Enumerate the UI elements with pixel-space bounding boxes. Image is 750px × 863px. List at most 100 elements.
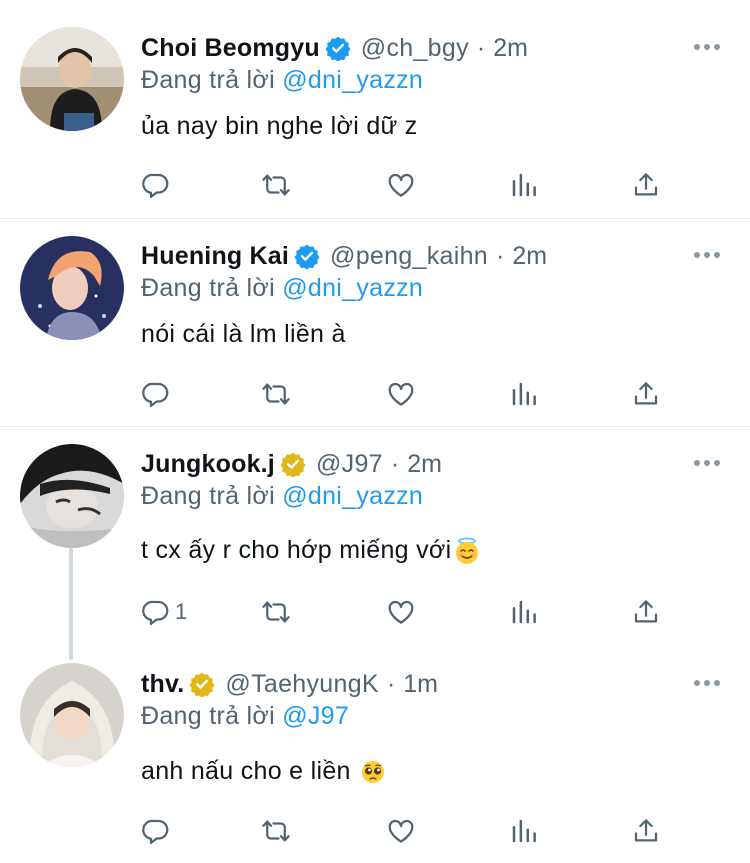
share-button[interactable] (631, 376, 661, 412)
tweet-text: t cx ấy r cho hớp miếng với (141, 536, 481, 565)
analytics-button[interactable] (509, 813, 539, 849)
retweet-icon (262, 601, 290, 623)
retweet-button[interactable] (261, 376, 291, 412)
analytics-button[interactable] (509, 376, 539, 412)
replying-to: Đang trả lời @J97 (141, 702, 349, 731)
reply-button[interactable] (141, 376, 171, 412)
share-icon (634, 173, 658, 196)
user-handle[interactable]: @TaehyungK (225, 670, 378, 699)
pleading-face-icon (359, 758, 387, 786)
tweet-text-content: nói cái là lm liền à (141, 320, 346, 348)
separator-dot: · (496, 241, 505, 270)
display-name[interactable]: Choi Beomgyu (141, 34, 320, 63)
like-button[interactable] (386, 813, 416, 849)
share-button[interactable] (631, 594, 661, 630)
like-icon (388, 819, 414, 843)
display-name[interactable]: Jungkook.j (141, 450, 275, 479)
tweet-actions (141, 167, 681, 203)
replying-to-label: Đang trả lời (141, 274, 275, 302)
tweet-actions: 1 (141, 594, 681, 630)
replying-to-label: Đang trả lời (141, 482, 275, 510)
mention-link[interactable]: @J97 (282, 702, 349, 730)
replying-to-label: Đang trả lời (141, 66, 275, 94)
retweet-icon (262, 174, 290, 196)
tweet-timestamp[interactable]: 2m (493, 34, 528, 63)
replying-to-label: Đang trả lời (141, 702, 275, 730)
tweet-timestamp[interactable]: 2m (512, 242, 547, 271)
tweet-header: Choi Beomgyu @ch_bgy · 2m (141, 31, 730, 65)
tweet-item[interactable]: Huening Kai @peng_kaihn · 2m Đang trả lờ… (0, 219, 750, 426)
tweet-text-content: anh nấu cho e liền (141, 757, 351, 785)
analytics-icon (512, 600, 536, 624)
separator-dot: · (476, 33, 486, 62)
share-icon (634, 600, 658, 623)
avatar[interactable] (20, 444, 124, 548)
analytics-icon (512, 382, 536, 406)
tweet-timestamp[interactable]: 1m (403, 670, 438, 699)
reply-icon (142, 173, 169, 198)
reply-icon (142, 382, 169, 407)
tweet-text: anh nấu cho e liền (141, 757, 387, 786)
tweet-item[interactable]: Choi Beomgyu @ch_bgy · 2m Đang trả lời @… (0, 0, 750, 218)
share-icon (634, 819, 658, 842)
mention-link[interactable]: @dni_yazzn (282, 482, 423, 510)
like-button[interactable] (386, 594, 416, 630)
reply-icon (142, 600, 169, 625)
retweet-icon (262, 383, 290, 405)
avatar-thv (20, 663, 124, 767)
tweet-timestamp[interactable]: 2m (407, 450, 442, 479)
like-button[interactable] (386, 167, 416, 203)
display-name[interactable]: thv. (141, 670, 184, 699)
tweet-text-content: t cx ấy r cho hớp miếng với (141, 536, 452, 564)
replying-to: Đang trả lời @dni_yazzn (141, 482, 423, 511)
avatar-huening-kai (20, 236, 124, 340)
avatar-jungkook (20, 444, 124, 548)
avatar-choi-beomgyu (20, 27, 124, 131)
tweet-item[interactable]: thv. @TaehyungK · 1m Đang trả lời @J97 a… (0, 645, 750, 863)
verified-badge-icon (294, 244, 320, 269)
replying-to: Đang trả lời @dni_yazzn (141, 274, 423, 303)
more-options-icon[interactable] (694, 459, 720, 467)
more-options-icon[interactable] (694, 251, 720, 259)
retweet-button[interactable] (261, 813, 291, 849)
verified-badge-icon (325, 36, 351, 61)
tweet-item[interactable]: Jungkook.j @J97 · 2m Đang trả lời @dni_y… (0, 427, 750, 645)
analytics-icon (512, 819, 536, 843)
user-handle[interactable]: @J97 (316, 450, 383, 479)
avatar[interactable] (20, 27, 124, 131)
mention-link[interactable]: @dni_yazzn (282, 274, 423, 302)
mention-link[interactable]: @dni_yazzn (282, 66, 423, 94)
share-button[interactable] (631, 167, 661, 203)
retweet-button[interactable] (261, 167, 291, 203)
reply-button[interactable] (141, 167, 171, 203)
more-options-icon[interactable] (694, 679, 720, 687)
verified-badge-icon (280, 452, 306, 477)
user-handle[interactable]: @peng_kaihn (330, 242, 488, 271)
tweet-actions (141, 376, 681, 412)
separator-dot: · (390, 449, 400, 478)
tweet-text: ủa nay bin nghe lời dữ z (141, 112, 418, 141)
user-handle[interactable]: @ch_bgy (361, 34, 469, 63)
retweet-icon (262, 820, 290, 842)
avatar[interactable] (20, 663, 124, 767)
smiling-face-with-halo-icon (453, 537, 481, 565)
verified-badge-icon (189, 672, 215, 697)
like-icon (388, 382, 414, 406)
analytics-button[interactable] (509, 594, 539, 630)
like-button[interactable] (386, 376, 416, 412)
reply-count: 1 (175, 599, 188, 624)
reply-button[interactable] (141, 813, 171, 849)
tweet-actions (141, 813, 681, 849)
avatar[interactable] (20, 236, 124, 340)
display-name[interactable]: Huening Kai (141, 242, 289, 271)
tweet-header: Huening Kai @peng_kaihn · 2m (141, 239, 730, 273)
share-icon (634, 382, 658, 405)
reply-button[interactable]: 1 (141, 594, 187, 630)
more-options-icon[interactable] (694, 43, 720, 51)
like-icon (388, 173, 414, 197)
separator-dot: · (386, 669, 396, 698)
share-button[interactable] (631, 813, 661, 849)
retweet-button[interactable] (261, 594, 291, 630)
reply-icon (142, 819, 169, 844)
analytics-button[interactable] (509, 167, 539, 203)
